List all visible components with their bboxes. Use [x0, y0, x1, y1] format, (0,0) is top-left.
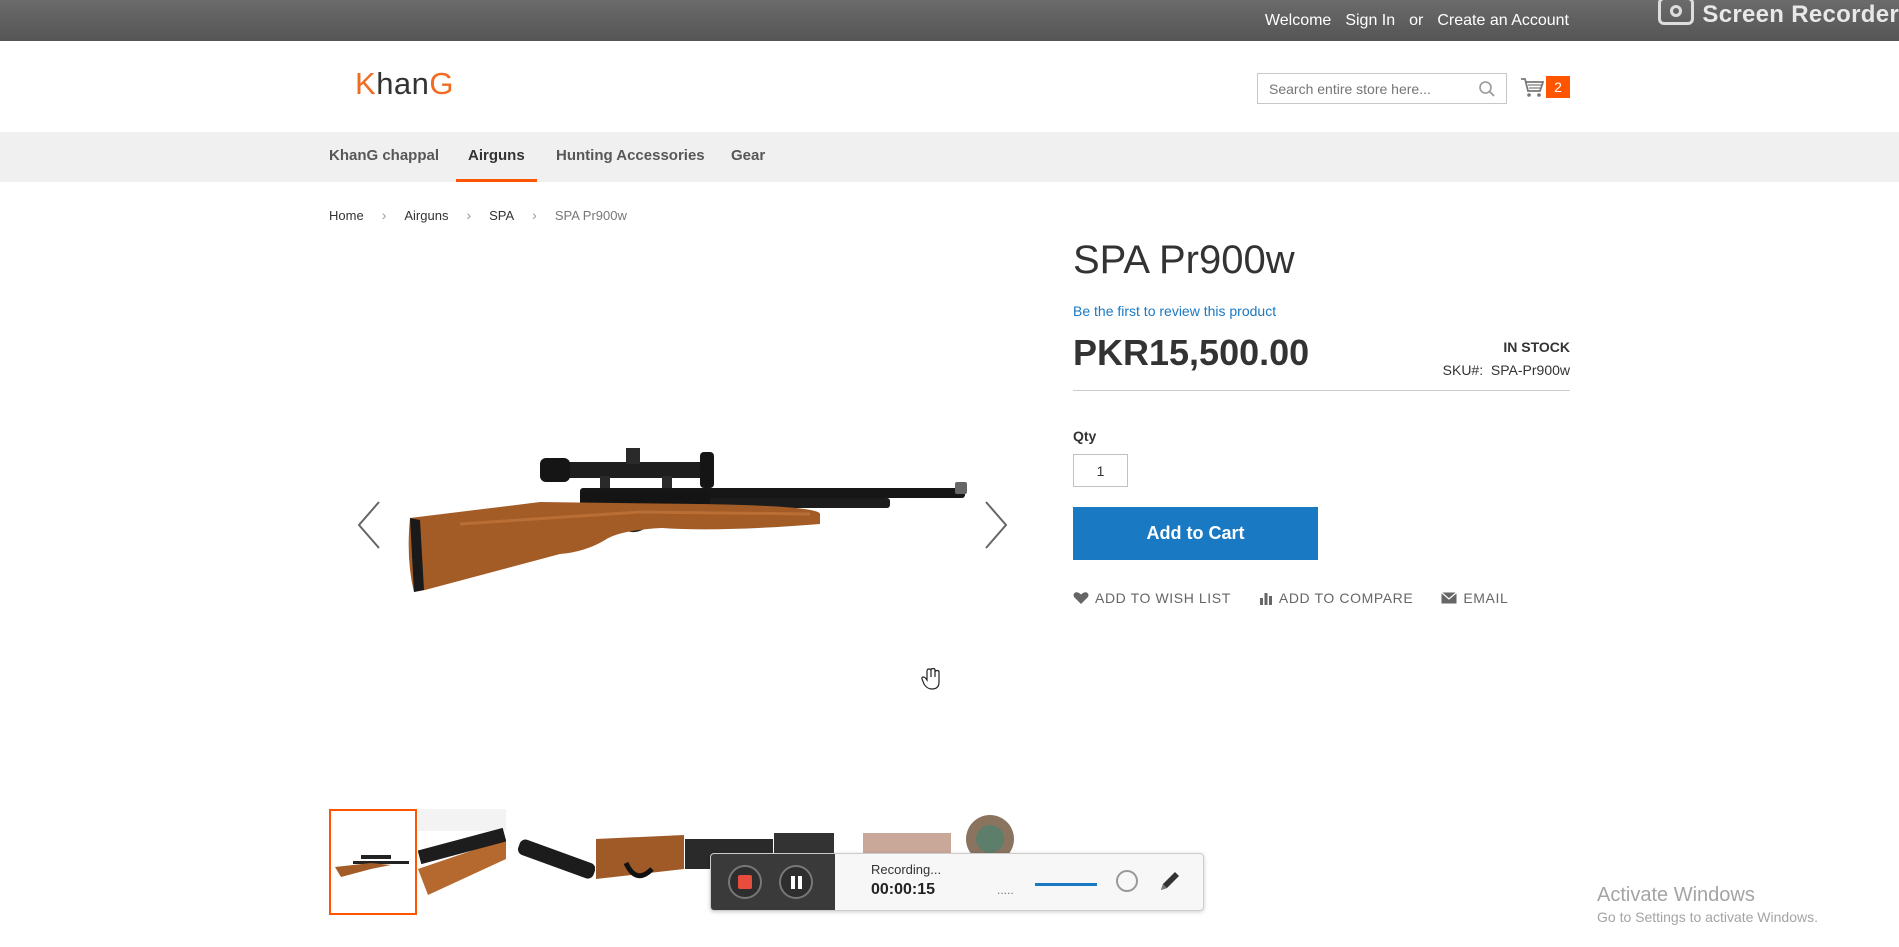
- stock-status: IN STOCK: [1503, 339, 1570, 355]
- add-to-wishlist-link[interactable]: ADD TO WISH LIST: [1073, 590, 1231, 606]
- gallery-prev-arrow-icon[interactable]: [355, 500, 385, 550]
- compare-label: ADD TO COMPARE: [1278, 590, 1414, 606]
- search-icon[interactable]: [1478, 80, 1496, 98]
- site-logo[interactable]: KhanG: [355, 66, 454, 102]
- divider: [1073, 390, 1570, 391]
- sku-value: SPA-Pr900w: [1490, 362, 1570, 378]
- activate-windows-title: Activate Windows: [1597, 884, 1755, 906]
- product-main-image[interactable]: [400, 440, 980, 605]
- add-to-cart-button[interactable]: Add to Cart: [1073, 507, 1318, 560]
- or-text: or: [1409, 12, 1424, 29]
- review-link[interactable]: Be the first to review this product: [1073, 303, 1276, 319]
- qty-label: Qty: [1073, 428, 1097, 444]
- search-input[interactable]: [1267, 80, 1481, 98]
- nav-item-khang-chappal[interactable]: KhanG chappal: [329, 132, 439, 182]
- volume-slider[interactable]: [1035, 883, 1097, 886]
- sign-in-link[interactable]: Sign In: [1345, 12, 1395, 30]
- stop-recording-button[interactable]: [728, 865, 762, 899]
- email-label: EMAIL: [1463, 590, 1509, 606]
- heart-icon: [1073, 592, 1089, 604]
- email-link[interactable]: EMAIL: [1441, 590, 1508, 606]
- add-to-compare-link[interactable]: ADD TO COMPARE: [1259, 590, 1413, 606]
- create-account-link[interactable]: Create an Account: [1437, 12, 1569, 30]
- cart-icon[interactable]: [1520, 76, 1544, 98]
- sku-label: SKU#:: [1442, 362, 1484, 378]
- breadcrumb-airguns[interactable]: Airguns: [404, 208, 448, 223]
- screen-recorder-toolbar: Recording... 00:00:15 .....: [710, 853, 1204, 911]
- search-box: [1257, 73, 1507, 104]
- pause-recording-button[interactable]: [779, 865, 813, 899]
- breadcrumb-home[interactable]: Home: [329, 208, 364, 223]
- recording-status: Recording...: [871, 862, 942, 877]
- thumbnail-4[interactable]: [596, 809, 684, 915]
- account-links: Welcome Sign In or Create an Account: [1265, 12, 1569, 30]
- thumbnail-3[interactable]: [507, 809, 595, 915]
- chevron-right-icon: ›: [381, 207, 387, 223]
- breadcrumb-spa[interactable]: SPA: [489, 208, 514, 223]
- activate-windows-subtitle: Go to Settings to activate Windows.: [1597, 909, 1818, 925]
- product-sku: SKU#: SPA-Pr900w: [1443, 362, 1570, 378]
- thumbnail-1[interactable]: [329, 809, 417, 915]
- audio-level-indicator: .....: [997, 883, 1014, 897]
- envelope-icon: [1441, 592, 1458, 604]
- breadcrumb: Home › Airguns › SPA › SPA Pr900w: [329, 207, 627, 223]
- wishlist-label: ADD TO WISH LIST: [1095, 590, 1231, 606]
- bar-chart-icon: [1259, 593, 1272, 605]
- logo-letters-han: han: [376, 66, 430, 101]
- camera-icon: [1658, 0, 1695, 25]
- breadcrumb-current: SPA Pr900w: [554, 207, 627, 223]
- main-navigation: KhanG chappal Airguns Hunting Accessorie…: [0, 132, 1899, 182]
- recorder-brand-label: Screen Recorder: [1702, 1, 1899, 28]
- welcome-text: Welcome: [1264, 12, 1332, 29]
- product-price: PKR15,500.00: [1073, 332, 1310, 373]
- logo-letter-k: K: [355, 66, 377, 101]
- nav-item-hunting-accessories[interactable]: Hunting Accessories: [556, 132, 705, 182]
- webcam-icon[interactable]: [1116, 870, 1138, 892]
- product-actions: ADD TO WISH LIST ADD TO COMPARE EMAIL: [1073, 590, 1508, 606]
- screen-recorder-watermark: Screen Recorder: [1658, 0, 1899, 30]
- chevron-right-icon: ›: [532, 207, 537, 223]
- gallery-next-arrow-icon[interactable]: [980, 500, 1010, 550]
- nav-item-gear[interactable]: Gear: [731, 132, 765, 182]
- logo-letter-g: G: [429, 66, 455, 101]
- top-header-bar: Welcome Sign In or Create an Account Scr…: [0, 0, 1899, 41]
- pen-icon[interactable]: [1157, 868, 1183, 894]
- recording-timer: 00:00:15: [871, 881, 936, 898]
- hand-cursor-icon: [921, 668, 940, 690]
- product-title: SPA Pr900w: [1073, 238, 1295, 282]
- thumbnail-2[interactable]: [418, 809, 506, 915]
- nav-item-airguns[interactable]: Airguns: [456, 132, 537, 182]
- chevron-right-icon: ›: [466, 207, 472, 223]
- qty-field[interactable]: [1073, 454, 1128, 487]
- cart-count-badge[interactable]: 2: [1546, 76, 1570, 98]
